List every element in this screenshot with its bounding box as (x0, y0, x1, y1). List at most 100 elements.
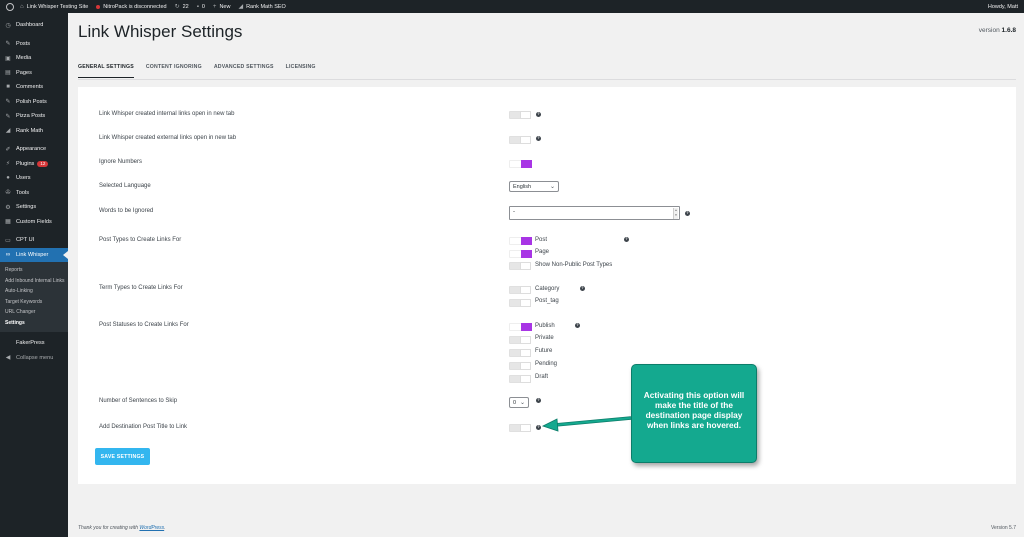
tab-content-ignoring[interactable]: CONTENT IGNORING (146, 64, 202, 78)
admin-bar: ⌂ Link Whisper Testing Site NitroPack is … (0, 0, 1024, 13)
sidebar-item-pages[interactable]: ▤ Pages (0, 66, 68, 81)
term-types-label: Term Types to Create Links For (99, 285, 183, 291)
words-ignored-label: Words to be Ignored (99, 208, 154, 214)
collapse-menu-button[interactable]: ◀ Collapse menu (0, 351, 68, 366)
wordpress-logo-icon[interactable] (3, 0, 16, 13)
help-icon[interactable]: ? (536, 136, 541, 141)
sidebar-item-pizza-posts[interactable]: ✎ Pizza Posts (0, 109, 68, 124)
submenu-item-auto-linking[interactable]: Auto-Linking (0, 286, 68, 297)
chevron-down-icon: ⌄ (549, 184, 555, 190)
help-icon[interactable]: ? (536, 398, 541, 403)
internal-new-tab-label: Link Whisper created internal links open… (99, 111, 235, 117)
destination-title-label: Add Destination Post Title to Link (99, 424, 188, 430)
sidebar-item-users[interactable]: ● Users (0, 171, 68, 186)
plus-icon: + (212, 3, 217, 10)
external-new-tab-toggle[interactable] (509, 136, 531, 144)
status-pending-label: Pending (535, 361, 558, 367)
textarea-scrollbar[interactable]: ▲ ▼ (673, 208, 678, 219)
footer-wp-version: Version 5.7 (990, 525, 1016, 531)
media-icon: ▣ (5, 55, 11, 62)
status-future-toggle[interactable] (509, 349, 531, 357)
help-icon[interactable]: ? (536, 112, 541, 117)
submenu-item-settings[interactable]: Settings (0, 318, 68, 329)
plugin-version: version 1.6.8 (978, 27, 1016, 34)
wordpress-link[interactable]: WordPress (139, 525, 164, 531)
settings-tabs: GENERAL SETTINGS CONTENT IGNORING ADVANC… (78, 64, 316, 78)
status-private-label: Private (535, 335, 554, 341)
sidebar-item-polish-posts[interactable]: ✎ Polish Posts (0, 95, 68, 110)
save-settings-button[interactable]: SAVE SETTINGS (95, 448, 150, 465)
brush-icon: ✐ (5, 146, 11, 153)
dashboard-icon: ◷ (5, 22, 11, 29)
submenu-item-url-changer[interactable]: URL Changer (0, 307, 68, 318)
sentences-skip-label: Number of Sentences to Skip (99, 398, 178, 404)
chart-icon: ◢ (5, 128, 11, 135)
words-ignored-textarea[interactable]: - ▲ ▼ (509, 206, 680, 220)
new-content-link[interactable]: + New (209, 0, 235, 13)
sidebar-item-settings[interactable]: ⚙ Settings (0, 200, 68, 215)
settings-icon: ⚙ (5, 204, 11, 211)
wrench-icon: ✇ (5, 190, 11, 197)
grid-icon: ▦ (5, 219, 11, 226)
home-icon: ⌂ (20, 3, 24, 10)
howdy-account-link[interactable]: Howdy, Matt (984, 0, 1024, 13)
post-type-page-toggle[interactable] (509, 250, 532, 258)
post-types-label: Post Types to Create Links For (99, 237, 182, 243)
nitropack-status[interactable]: NitroPack is disconnected (92, 0, 170, 13)
sidebar-item-link-whisper[interactable]: ∞ Link Whisper (0, 247, 68, 262)
post-statuses-label: Post Statuses to Create Links For (99, 322, 189, 328)
rankmath-link[interactable]: ◢ Rank Math SEO (234, 0, 289, 13)
annotation-callout: Activating this option will make the tit… (631, 364, 757, 463)
pages-icon: ▤ (5, 70, 11, 77)
link-whisper-submenu: Reports Add Inbound Internal Links Auto-… (0, 262, 68, 332)
term-type-category-toggle[interactable] (509, 286, 531, 294)
language-select[interactable]: English ⌄ (509, 181, 559, 192)
tab-advanced-settings[interactable]: ADVANCED SETTINGS (214, 64, 274, 78)
destination-title-toggle[interactable] (509, 424, 531, 432)
status-pending-toggle[interactable] (509, 362, 531, 370)
term-type-post-tag-toggle[interactable] (509, 299, 531, 307)
status-dot-icon (96, 4, 101, 9)
updates-link[interactable]: ↻ 22 (171, 0, 193, 13)
sidebar-item-tools[interactable]: ✇ Tools (0, 186, 68, 201)
help-icon[interactable]: ? (580, 286, 585, 291)
sidebar-item-posts[interactable]: ✎ Posts (0, 37, 68, 52)
status-publish-toggle[interactable] (509, 323, 532, 331)
submenu-item-add-inbound-links[interactable]: Add Inbound Internal Links (0, 276, 68, 287)
sidebar-item-cpt-ui[interactable]: ▭ CPT UI (0, 233, 68, 248)
internal-new-tab-toggle[interactable] (509, 111, 531, 119)
site-name-link[interactable]: ⌂ Link Whisper Testing Site (16, 0, 92, 13)
sidebar-item-comments[interactable]: ■ Comments (0, 80, 68, 95)
comment-bubble-icon: ▪ (196, 3, 199, 10)
pin-icon: ✎ (5, 41, 11, 48)
post-type-post-toggle[interactable] (509, 237, 532, 245)
rankmath-icon: ◢ (238, 4, 244, 10)
tab-licensing[interactable]: LICENSING (286, 64, 316, 78)
help-icon[interactable]: ? (575, 323, 580, 328)
status-draft-toggle[interactable] (509, 375, 531, 383)
term-type-category-label: Category (535, 286, 560, 292)
sidebar-item-media[interactable]: ▣ Media (0, 51, 68, 66)
help-icon[interactable]: ? (536, 425, 541, 430)
ignore-numbers-toggle[interactable] (509, 160, 532, 168)
sidebar-item-dashboard[interactable]: ◷ Dashboard (0, 18, 68, 33)
admin-sidebar: ◷ Dashboard ✎ Posts ▣ Media ▤ Pages ■ Comment… (0, 13, 68, 537)
status-draft-label: Draft (535, 374, 549, 380)
help-icon[interactable]: ? (624, 237, 629, 242)
help-icon[interactable]: ? (685, 211, 690, 216)
sidebar-item-plugins[interactable]: ⚡ Plugins 12 (0, 157, 68, 172)
comment-icon: ■ (6, 84, 10, 91)
show-non-public-toggle[interactable] (509, 262, 531, 270)
comments-link[interactable]: ▪ 0 (193, 0, 209, 13)
sidebar-item-rank-math[interactable]: ◢ Rank Math (0, 124, 68, 139)
tab-general-settings[interactable]: GENERAL SETTINGS (78, 64, 134, 78)
pin-icon: ✎ (5, 99, 11, 106)
sidebar-item-fakerpress[interactable]: FakerPress (0, 336, 68, 351)
sidebar-item-custom-fields[interactable]: ▦ Custom Fields (0, 215, 68, 230)
status-private-toggle[interactable] (509, 336, 531, 344)
submenu-item-target-keywords[interactable]: Target Keywords (0, 297, 68, 308)
sidebar-item-appearance[interactable]: ✐ Appearance (0, 142, 68, 157)
submenu-item-reports[interactable]: Reports (0, 265, 68, 276)
sentences-skip-select[interactable]: 0 ⌄ (509, 397, 529, 408)
status-future-label: Future (535, 348, 553, 354)
